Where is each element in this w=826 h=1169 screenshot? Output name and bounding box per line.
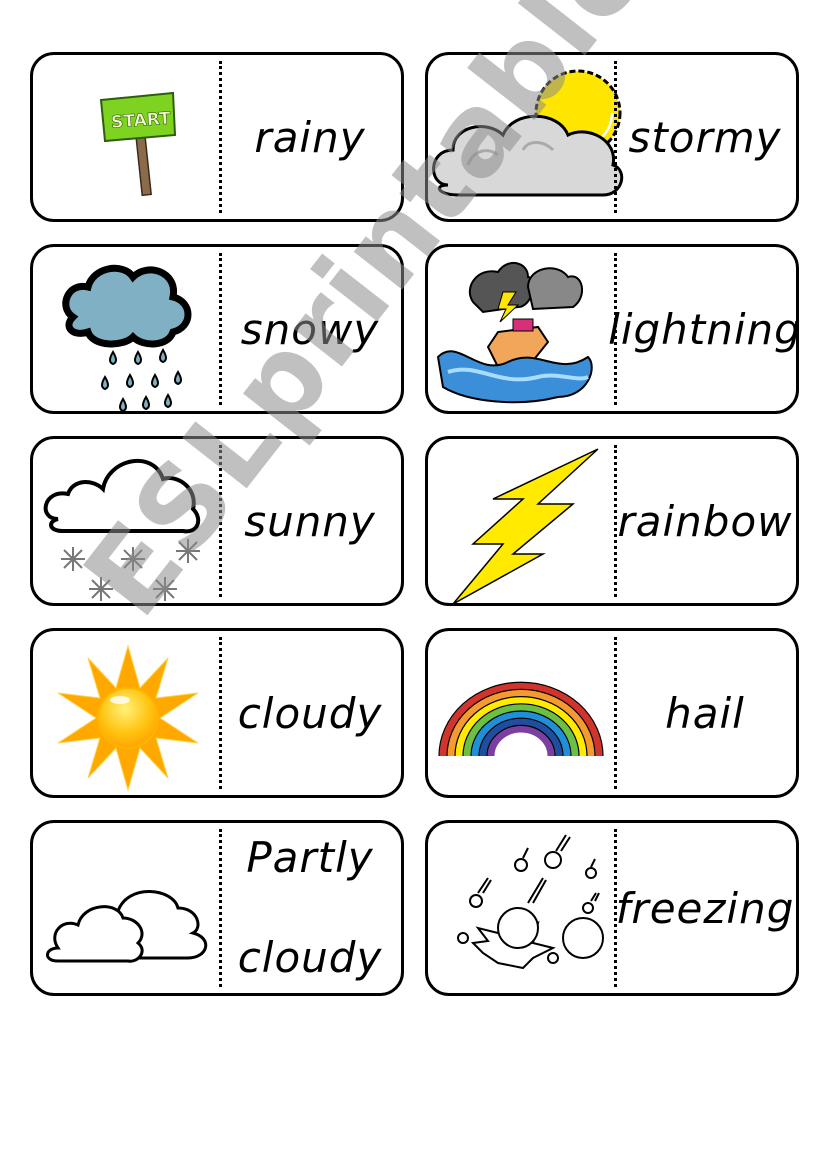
cut-line — [219, 829, 222, 987]
domino-card: lightning — [425, 244, 802, 414]
cut-line — [219, 445, 222, 597]
storm-boat-icon — [428, 247, 614, 411]
cut-line — [219, 253, 222, 405]
card-word-line2: cloudy — [237, 933, 383, 982]
cut-line — [614, 61, 617, 213]
domino-card: START rainy — [30, 52, 404, 222]
start-sign-icon: START — [33, 55, 219, 219]
domino-card: hail — [425, 628, 799, 798]
domino-card: stormy — [425, 52, 799, 222]
card-word: cloudy — [237, 688, 383, 738]
card-word: hail — [665, 688, 745, 738]
domino-card: rainbow — [425, 436, 799, 606]
snow-cloud-icon — [33, 439, 219, 603]
card-word: sunny — [244, 496, 376, 546]
card-word: snowy — [240, 304, 380, 354]
rain-cloud-icon — [33, 247, 219, 413]
lightning-bolt-icon — [428, 439, 614, 605]
rainbow-band — [487, 725, 555, 757]
rainbow-arcs — [438, 681, 604, 757]
card-word: rainy — [254, 112, 366, 162]
cut-line — [219, 637, 222, 789]
hailstones-icon — [428, 823, 614, 993]
cut-line — [614, 637, 617, 789]
card-word: stormy — [628, 112, 782, 162]
card-word-line1: Partly — [246, 833, 374, 882]
domino-card: freezing — [425, 820, 799, 996]
svg-text:START: START — [110, 109, 171, 133]
domino-card: cloudy — [30, 628, 404, 798]
partly-cloudy-sun-icon — [428, 55, 624, 219]
domino-card: snowy — [30, 244, 404, 414]
rainbow-icon — [428, 631, 614, 795]
sun-icon — [33, 631, 219, 795]
card-word: freezing — [615, 883, 795, 933]
domino-card: Partly cloudy — [30, 820, 404, 996]
cut-line — [219, 61, 222, 213]
domino-card: sunny — [30, 436, 404, 606]
card-word: rainbow — [617, 496, 793, 546]
clouds-icon — [33, 823, 219, 993]
card-word: lightning — [608, 304, 802, 354]
card-word: Partly cloudy — [223, 823, 397, 993]
